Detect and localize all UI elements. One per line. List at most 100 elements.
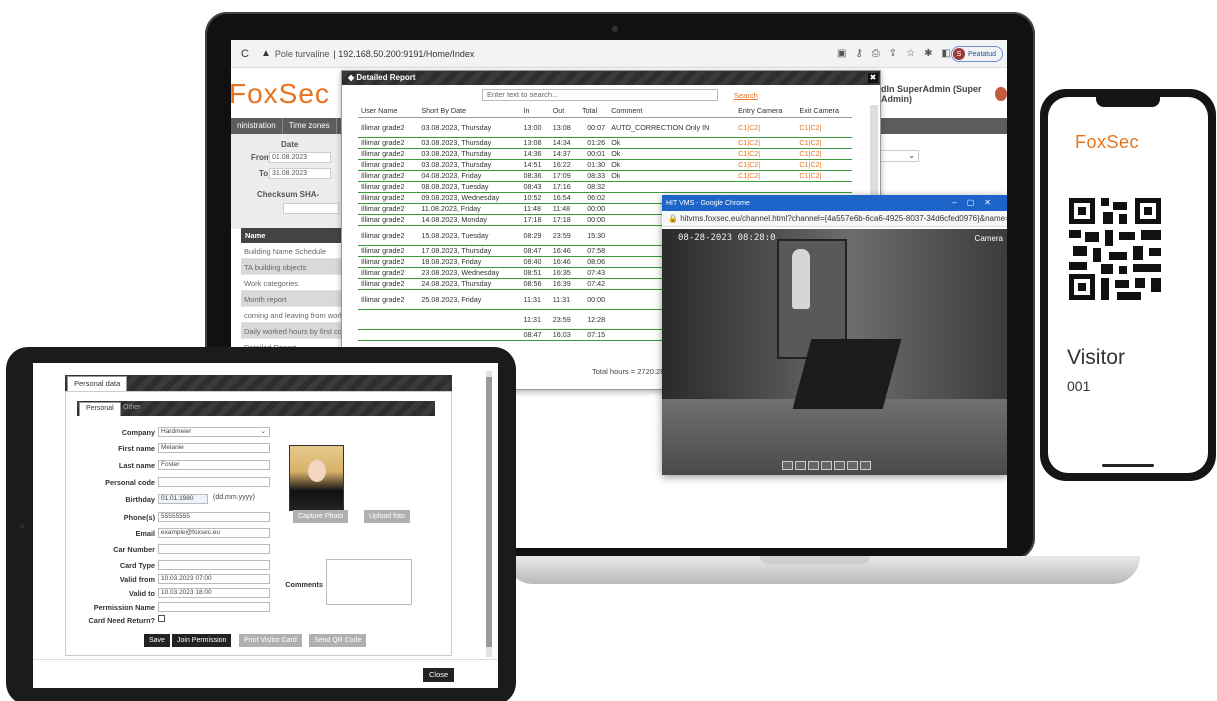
profile-button[interactable]: S Peatatud — [951, 46, 1003, 62]
list-item[interactable]: coming and leaving from work — [241, 307, 341, 323]
close-button[interactable]: Close — [423, 668, 455, 682]
extension-icon[interactable]: ▣ — [837, 48, 846, 59]
window-controls[interactable]: –▢✕ — [952, 198, 1001, 207]
key-icon[interactable]: ⚷ — [855, 48, 862, 59]
save-button[interactable]: Save — [144, 634, 170, 647]
birthday-label: Birthday — [125, 495, 155, 504]
close-icon[interactable]: ✖ — [868, 73, 878, 83]
card-return-label: Card Need Return? — [88, 616, 156, 625]
date-cell — [418, 309, 521, 330]
list-item[interactable]: Month report — [241, 291, 341, 307]
tab-personal[interactable]: Personal — [79, 402, 121, 416]
column-header[interactable]: Entry Camera — [735, 105, 797, 118]
upload-photo-button[interactable]: Upload foto — [364, 510, 410, 523]
birthday-hint: (dd.mm.yyyy) — [213, 494, 255, 501]
in-cell: 13:08 — [520, 137, 550, 149]
video-url[interactable]: 🔒 hitvms.foxsec.eu/channel.html?channel=… — [662, 211, 1007, 227]
user-menu[interactable]: dIn SuperAdmin (Super Admin) — [881, 84, 1007, 104]
column-header[interactable]: Total — [578, 105, 609, 118]
address-bar[interactable]: | 192.168.50.200:9191/Home/Index — [333, 49, 474, 59]
to-date-input[interactable]: 31.08.2023 — [269, 168, 331, 179]
visitor-label: Visitor — [1067, 346, 1125, 369]
entry-camera-cell — [735, 181, 797, 193]
car-number-field[interactable] — [158, 544, 270, 554]
chevron-down-icon[interactable]: ⌄ — [879, 150, 919, 162]
reload-icon[interactable]: C — [241, 48, 249, 60]
user-cell: Illimar grade2 — [358, 181, 419, 193]
personal-code-field[interactable] — [158, 477, 270, 487]
join-permission-button[interactable]: Join Permission — [172, 634, 232, 647]
list-item[interactable]: Daily worked hours by first co — [241, 323, 341, 339]
nav-item-time-zones[interactable]: Time zones — [283, 118, 337, 134]
home-indicator — [1102, 464, 1154, 467]
email-field[interactable]: example@foxsec.eu — [158, 528, 270, 538]
control-button[interactable] — [808, 461, 819, 470]
exit-camera-cell — [796, 181, 852, 193]
translate-icon[interactable]: ⎙ — [872, 48, 880, 59]
capture-photo-button[interactable]: Capture Photo — [293, 510, 349, 523]
first-name-label: First name — [118, 444, 155, 453]
tab-other[interactable]: Other — [117, 402, 147, 416]
search-link[interactable]: Search — [734, 91, 758, 100]
birthday-field[interactable]: 01.01.1980 — [158, 494, 208, 504]
warning-icon[interactable]: ▲ — [261, 48, 271, 59]
share-icon[interactable]: ⇪ — [889, 48, 897, 59]
table-row[interactable]: Illimar grade2 08.08.2023, Tuesday 08:43 17… — [358, 181, 852, 193]
column-header[interactable]: Exit Camera — [796, 105, 852, 118]
from-date-input[interactable]: 01.08.2023 — [269, 152, 331, 163]
permission-name-field[interactable] — [158, 602, 270, 612]
control-button[interactable] — [834, 461, 845, 470]
column-header[interactable]: In — [520, 105, 550, 118]
profile-avatar: S — [953, 48, 965, 60]
nav-item-administration[interactable]: ninistration — [231, 118, 283, 134]
car-number-label: Car Number — [113, 545, 155, 554]
table-row[interactable]: Illimar grade2 03.08.2023, Thursday 14:51 1… — [358, 159, 852, 171]
control-button[interactable] — [821, 461, 832, 470]
user-name: dIn SuperAdmin (Super Admin) — [881, 84, 982, 104]
scrollbar-thumb[interactable] — [486, 377, 492, 647]
control-button[interactable] — [860, 461, 871, 470]
list-item[interactable]: Building Name Schedule — [241, 243, 341, 259]
table-row[interactable]: Illimar grade2 04.08.2023, Friday 08:36 17:… — [358, 170, 852, 182]
security-label: Pole turvaline — [274, 48, 330, 59]
browser-toolbar: C ▲ Pole turvaline | 192.168.50.200:9191… — [231, 40, 1007, 68]
comments-field[interactable] — [326, 559, 412, 605]
date-cell: 03.08.2023, Thursday — [418, 148, 521, 160]
first-name-field[interactable]: Melanie — [158, 443, 270, 453]
column-header[interactable]: Out — [549, 105, 579, 118]
exit-camera-cell: C1|C2| — [796, 159, 852, 171]
control-button[interactable] — [782, 461, 793, 470]
out-cell: 23:59 — [549, 225, 579, 246]
column-header[interactable]: Short By Date — [418, 105, 521, 118]
total-cell: 07:58 — [578, 245, 609, 257]
card-type-field[interactable] — [158, 560, 270, 570]
control-button[interactable] — [847, 461, 858, 470]
star-icon[interactable]: ☆ — [906, 48, 915, 59]
checksum-input[interactable] — [283, 203, 339, 214]
company-select[interactable]: Hardmeier ⌄ — [158, 427, 270, 437]
tab-personal-data[interactable]: Personal data — [67, 376, 128, 391]
card-return-checkbox[interactable] — [158, 615, 165, 622]
user-cell: Illimar grade2 — [358, 225, 419, 246]
send-qr-code-button[interactable]: Send QR Code — [309, 634, 367, 647]
phone-field[interactable]: 55555555 — [158, 512, 270, 522]
list-item[interactable]: TA building objects — [241, 259, 341, 275]
table-row[interactable]: Illimar grade2 03.08.2023, Thursday 14:36 1… — [358, 148, 852, 160]
valid-to-field[interactable]: 10.03.2023 18:00 — [158, 588, 270, 598]
sidebar-icon[interactable]: ◧ — [942, 48, 951, 59]
table-row[interactable]: Illimar grade2 03.08.2023, Thursday 13:00 1… — [358, 117, 852, 138]
checksum-label: Checksum SHA- — [257, 190, 320, 199]
column-header[interactable]: User Name — [358, 105, 419, 118]
last-name-field[interactable]: Foster — [158, 460, 270, 470]
table-row[interactable]: Illimar grade2 03.08.2023, Thursday 13:08 1… — [358, 137, 852, 149]
comment-cell: Ok — [608, 137, 736, 149]
list-item[interactable]: Work categories — [241, 275, 341, 291]
out-cell: 14:34 — [549, 137, 579, 149]
column-header[interactable]: Comment — [608, 105, 736, 118]
search-input[interactable]: Enter text to search... — [482, 89, 718, 101]
app-logo: FoxSec — [231, 78, 330, 109]
control-button[interactable] — [795, 461, 806, 470]
phone-logo: FoxSec — [1075, 132, 1140, 152]
puzzle-icon[interactable]: ✱ — [924, 48, 932, 59]
print-visitor-card-button[interactable]: Print Visitor Card — [239, 634, 302, 647]
